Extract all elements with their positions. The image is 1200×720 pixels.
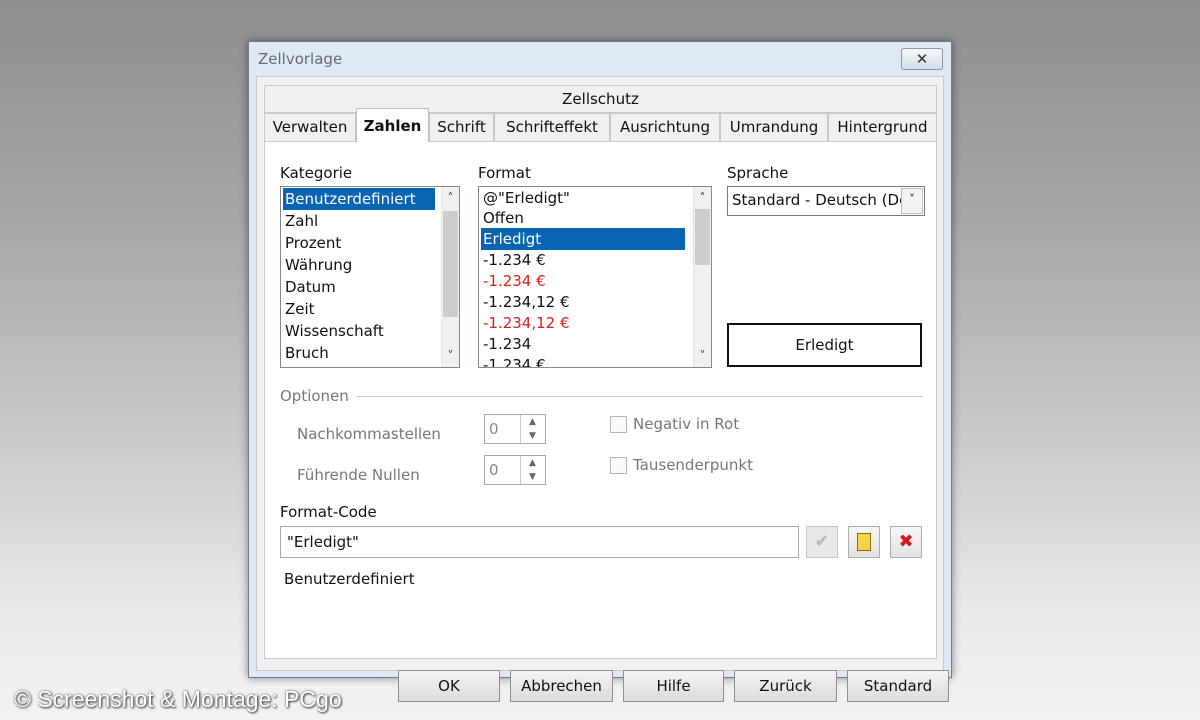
ok-button[interactable]: OK — [398, 670, 500, 702]
fuehrende-nullen-value: 0 — [489, 461, 499, 479]
sprache-select[interactable]: Standard - Deutsch (De ˅ — [727, 186, 925, 216]
fuehrende-nullen-label: Führende Nullen — [297, 466, 420, 484]
zurueck-button[interactable]: Zurück — [734, 670, 837, 702]
format-item[interactable]: -1.234 € — [481, 249, 546, 271]
check-icon[interactable]: ✔ — [806, 526, 838, 558]
close-icon: ✕ — [915, 50, 929, 68]
format-item[interactable]: -1.234 € — [481, 270, 546, 292]
tausenderpunkt-checkbox[interactable] — [610, 457, 627, 474]
format-label: Format — [478, 164, 531, 182]
nachkommastellen-stepper[interactable]: 0 ▲ ▼ — [484, 414, 546, 444]
format-label-text: Format — [478, 164, 531, 182]
format-preview: Erledigt — [727, 323, 922, 367]
copyright-caption: © Screenshot & Montage: PCgo — [14, 686, 342, 712]
scroll-thumb[interactable] — [695, 209, 710, 265]
kategorie-item[interactable]: Bruch — [283, 342, 329, 364]
kategorie-item[interactable]: Prozent — [283, 232, 341, 254]
tab-schrift[interactable]: Schrift — [429, 113, 494, 141]
scroll-up-icon[interactable]: ˄ — [694, 189, 711, 207]
sprache-label: Sprache — [727, 164, 788, 182]
standard-button[interactable]: Standard — [847, 670, 949, 702]
nachkommastellen-value: 0 — [489, 420, 499, 438]
kategorie-item[interactable]: Währung — [283, 254, 352, 276]
optionen-divider — [356, 396, 923, 397]
format-code-description: Benutzerdefiniert — [284, 570, 415, 588]
stepper-up-icon[interactable]: ▲ — [521, 415, 544, 429]
note-edit-icon — [857, 533, 871, 551]
scroll-down-icon[interactable]: ˅ — [694, 347, 711, 365]
kategorie-label-text: Kategorie — [280, 164, 353, 182]
delete-icon[interactable]: ✖ — [890, 526, 922, 558]
negativ-in-rot-label: Negativ in Rot — [633, 415, 740, 433]
optionen-label: Optionen — [280, 387, 349, 405]
format-item[interactable]: Offen — [481, 207, 524, 229]
scroll-down-icon[interactable]: ˅ — [442, 347, 459, 365]
kategorie-label: Kategorie — [280, 164, 352, 182]
chevron-down-icon[interactable]: ˅ — [901, 188, 923, 214]
tab-zahlen[interactable]: Zahlen — [356, 108, 429, 142]
zellvorlage-dialog: Zellvorlage ✕ Zellschutz Verwalten Zahle… — [248, 41, 952, 702]
tausenderpunkt-label: Tausenderpunkt — [633, 456, 753, 474]
stepper-buttons: ▲ ▼ — [520, 456, 545, 484]
negativ-in-rot-checkbox[interactable] — [610, 416, 627, 433]
hilfe-button[interactable]: Hilfe — [623, 670, 724, 702]
zahlen-panel: Kategorie Benutzerdefiniert Zahl Prozent… — [264, 141, 937, 659]
format-listbox[interactable]: @"Erledigt" Offen Erledigt -1.234 € -1.2… — [478, 186, 712, 368]
sprache-value: Standard - Deutsch (De — [732, 191, 909, 209]
dialog-title: Zellvorlage — [258, 50, 343, 68]
format-code-input[interactable]: "Erledigt" — [280, 526, 799, 558]
format-item[interactable]: -1.234,12 € — [481, 291, 570, 313]
kategorie-item[interactable]: Wissenschaft — [283, 320, 384, 342]
kategorie-item[interactable]: Zahl — [283, 210, 318, 232]
format-item[interactable]: Erledigt — [481, 228, 685, 250]
tab-bar: Verwalten Zahlen Schrift Schrifteffekt A… — [264, 108, 937, 142]
kategorie-item[interactable]: Datum — [283, 276, 336, 298]
format-item[interactable]: -1.234 — [481, 333, 531, 355]
add-comment-button[interactable] — [848, 526, 880, 558]
abbrechen-button[interactable]: Abbrechen — [510, 670, 613, 702]
tab-verwalten[interactable]: Verwalten — [264, 113, 356, 141]
stepper-buttons: ▲ ▼ — [520, 415, 545, 443]
fuehrende-nullen-stepper[interactable]: 0 ▲ ▼ — [484, 455, 546, 485]
format-item[interactable]: -1.234,12 € — [481, 312, 570, 334]
stepper-down-icon[interactable]: ▼ — [521, 429, 544, 443]
tab-schrifteffekt[interactable]: Schrifteffekt — [494, 113, 610, 141]
scroll-thumb[interactable] — [443, 211, 458, 317]
nachkommastellen-label: Nachkommastellen — [297, 425, 441, 443]
format-item[interactable]: -1.234 € — [481, 354, 546, 367]
scroll-up-icon[interactable]: ˄ — [442, 189, 459, 207]
stepper-up-icon[interactable]: ▲ — [521, 456, 544, 470]
kategorie-item[interactable]: Zeit — [283, 298, 315, 320]
sprache-label-text: Sprache — [727, 164, 789, 182]
tab-hintergrund[interactable]: Hintergrund — [828, 113, 937, 141]
format-item[interactable]: @"Erledigt" — [481, 187, 570, 209]
tab-ausrichtung[interactable]: Ausrichtung — [610, 113, 720, 141]
dialog-client-area: Zellschutz Verwalten Zahlen Schrift Schr… — [256, 76, 949, 702]
stepper-down-icon[interactable]: ▼ — [521, 470, 544, 484]
format-code-label: Format-Code — [280, 503, 377, 521]
kategorie-item[interactable]: Benutzerdefiniert — [283, 188, 435, 210]
kategorie-scrollbar[interactable]: ˄ ˅ — [441, 187, 459, 367]
kategorie-listbox[interactable]: Benutzerdefiniert Zahl Prozent Währung D… — [280, 186, 460, 368]
close-button[interactable]: ✕ — [901, 48, 943, 70]
format-scrollbar[interactable]: ˄ ˅ — [693, 187, 711, 367]
tab-umrandung[interactable]: Umrandung — [720, 113, 828, 141]
